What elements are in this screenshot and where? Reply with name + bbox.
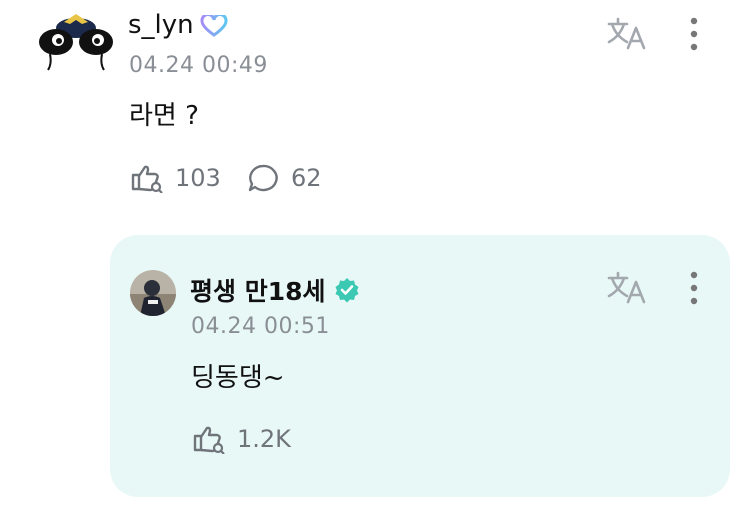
reply-timestamp: 04.24 00:51: [191, 314, 330, 339]
comment-button[interactable]: 62: [247, 163, 322, 193]
verified-check-icon: [334, 277, 360, 303]
reply-username-text: 평생 만18세: [190, 277, 326, 306]
like-button[interactable]: 103: [129, 163, 221, 193]
like-hand-icon: [131, 165, 163, 193]
post-timestamp: 04.24 00:49: [129, 53, 268, 78]
avatar[interactable]: [38, 8, 114, 72]
post-username[interactable]: s_lyn: [128, 10, 228, 40]
username-text: s_lyn: [128, 10, 194, 40]
fan-heart-badge-icon: [200, 13, 228, 37]
reply-avatar[interactable]: [130, 270, 176, 316]
comment-bubble-icon: [248, 164, 278, 192]
reply-text: 딩동댕~: [191, 363, 285, 393]
reply-like-button[interactable]: 1.2K: [191, 424, 291, 454]
comment-count: 62: [291, 164, 322, 192]
post-text: 라면 ?: [129, 101, 199, 131]
like-hand-icon: [193, 426, 225, 454]
more-options-icon[interactable]: [689, 17, 699, 51]
reply-translate-icon[interactable]: [606, 270, 648, 304]
translate-icon[interactable]: [606, 16, 648, 50]
reply-like-count: 1.2K: [237, 425, 291, 453]
post-thread: s_lyn 04.24 00:49 라면 ? 103 62 평생 만18세 04…: [0, 0, 750, 517]
like-count: 103: [175, 164, 221, 192]
reply-more-options-icon[interactable]: [689, 271, 699, 305]
reply-username[interactable]: 평생 만18세: [190, 272, 360, 308]
